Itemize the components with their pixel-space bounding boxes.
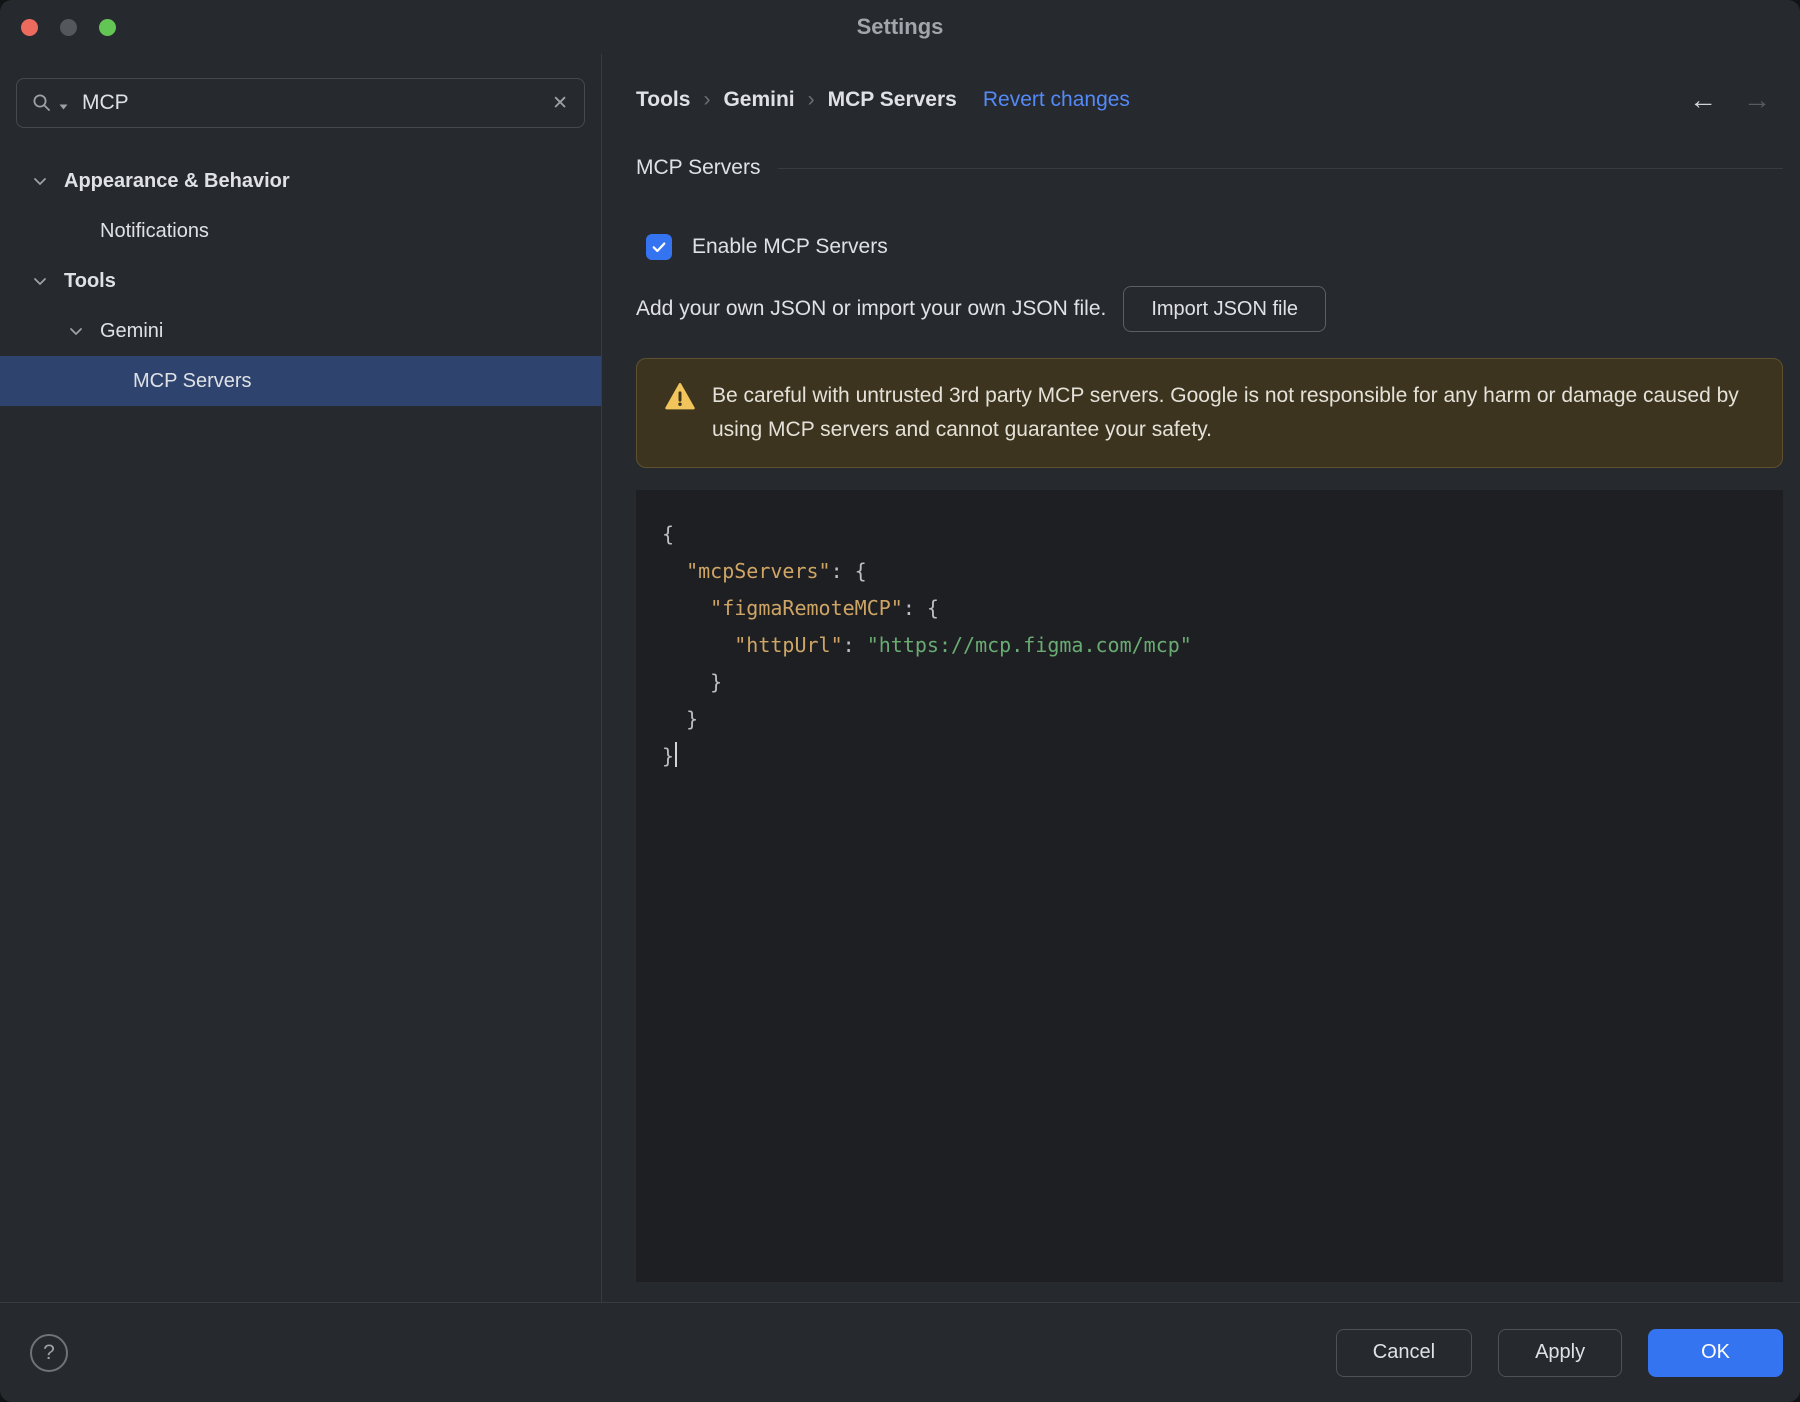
- chevron-down-icon[interactable]: [30, 171, 50, 191]
- search-filter-chevron-icon[interactable]: [59, 104, 68, 110]
- sidebar-item-label: Tools: [64, 269, 116, 292]
- warning-triangle-icon: [665, 383, 697, 415]
- add-json-text: Add your own JSON or import your own JSO…: [636, 297, 1107, 320]
- breadcrumb: Tools › Gemini › MCP Servers Revert chan…: [636, 78, 1783, 122]
- code-line: }: [662, 664, 1763, 701]
- close-window-button[interactable]: [21, 18, 38, 36]
- enable-mcp-servers-label: Enable MCP Servers: [692, 235, 888, 258]
- code-line: }: [662, 701, 1763, 738]
- breadcrumb-separator: ›: [703, 88, 711, 111]
- import-json-file-button[interactable]: Import JSON file: [1123, 286, 1327, 332]
- settings-sidebar: ✕ Appearance & Behavior Notifications To: [0, 54, 602, 1302]
- code-line: {: [662, 516, 1763, 553]
- json-punctuation: : {: [830, 559, 867, 583]
- apply-button[interactable]: Apply: [1498, 1328, 1623, 1377]
- json-string: "https://mcp.figma.com/mcp": [866, 633, 1192, 657]
- add-json-row: Add your own JSON or import your own JSO…: [636, 286, 1783, 332]
- enable-mcp-servers-checkbox[interactable]: [646, 234, 672, 260]
- sidebar-item-label: MCP Servers: [133, 369, 252, 392]
- mcp-json-editor[interactable]: { "mcpServers": { "figmaRemoteMCP": { "h…: [636, 490, 1783, 1282]
- sidebar-item-appearance-behavior[interactable]: Appearance & Behavior: [0, 156, 601, 206]
- page-title: MCP Servers: [636, 156, 761, 179]
- footer-buttons: Cancel Apply OK: [1335, 1328, 1783, 1377]
- sidebar-item-gemini[interactable]: Gemini: [0, 306, 601, 356]
- chevron-down-icon[interactable]: [66, 321, 86, 341]
- warning-banner: Be careful with untrusted 3rd party MCP …: [636, 358, 1783, 468]
- breadcrumb-separator: ›: [807, 88, 815, 111]
- text-cursor: [675, 742, 678, 767]
- sidebar-item-label: Notifications: [100, 219, 209, 242]
- section-divider: [778, 167, 1783, 169]
- json-key: "httpUrl": [734, 633, 843, 657]
- sidebar-item-tools[interactable]: Tools: [0, 256, 601, 306]
- ok-button[interactable]: OK: [1648, 1328, 1783, 1377]
- sidebar-item-mcp-servers[interactable]: MCP Servers: [0, 356, 601, 406]
- json-punctuation: :: [842, 633, 867, 657]
- code-line: "httpUrl": "https://mcp.figma.com/mcp": [662, 627, 1763, 664]
- zoom-window-button[interactable]: [99, 18, 116, 36]
- json-punctuation: }: [710, 670, 723, 694]
- settings-window: Settings ✕ Appearanc: [0, 0, 1800, 1402]
- search-input[interactable]: [82, 91, 547, 115]
- enable-mcp-servers-row: Enable MCP Servers: [646, 232, 1783, 262]
- code-line: "figmaRemoteMCP": {: [662, 590, 1763, 627]
- help-question-icon: ?: [43, 1340, 55, 1364]
- cancel-button[interactable]: Cancel: [1335, 1328, 1473, 1377]
- breadcrumb-tools[interactable]: Tools: [636, 88, 690, 112]
- titlebar: Settings: [0, 0, 1800, 54]
- settings-content: Tools › Gemini › MCP Servers Revert chan…: [602, 54, 1800, 1302]
- json-punctuation: {: [662, 522, 675, 546]
- search-icon[interactable]: [31, 92, 53, 114]
- search-box: ✕: [16, 78, 585, 128]
- revert-changes-link[interactable]: Revert changes: [983, 88, 1130, 112]
- minimize-window-button[interactable]: [60, 18, 77, 36]
- window-title: Settings: [856, 14, 944, 39]
- breadcrumb-gemini[interactable]: Gemini: [723, 88, 794, 112]
- json-punctuation: }: [662, 744, 675, 768]
- breadcrumb-mcp-servers[interactable]: MCP Servers: [828, 88, 957, 112]
- sidebar-item-label: Gemini: [100, 319, 164, 342]
- section-header: MCP Servers: [636, 150, 1783, 186]
- chevron-down-icon[interactable]: [30, 271, 50, 291]
- code-line: }: [662, 738, 1763, 775]
- traffic-lights: [21, 0, 116, 54]
- dialog-footer: ? Cancel Apply OK: [0, 1302, 1800, 1402]
- forward-arrow-icon[interactable]: →: [1743, 86, 1771, 114]
- back-arrow-icon[interactable]: ←: [1689, 86, 1717, 114]
- checkmark-icon: [652, 242, 666, 253]
- help-button[interactable]: ?: [30, 1333, 68, 1372]
- json-key: "figmaRemoteMCP": [710, 596, 903, 620]
- sidebar-item-label: Appearance & Behavior: [64, 169, 290, 192]
- json-punctuation: : {: [902, 596, 939, 620]
- json-punctuation: }: [686, 707, 699, 731]
- history-navigation: ← →: [1689, 86, 1783, 114]
- code-line: "mcpServers": {: [662, 553, 1763, 590]
- warning-text: Be careful with untrusted 3rd party MCP …: [712, 384, 1739, 441]
- sidebar-item-notifications[interactable]: Notifications: [0, 206, 601, 256]
- clear-search-icon[interactable]: ✕: [552, 94, 568, 113]
- json-key: "mcpServers": [686, 559, 831, 583]
- settings-tree: Appearance & Behavior Notifications Tool…: [0, 156, 601, 406]
